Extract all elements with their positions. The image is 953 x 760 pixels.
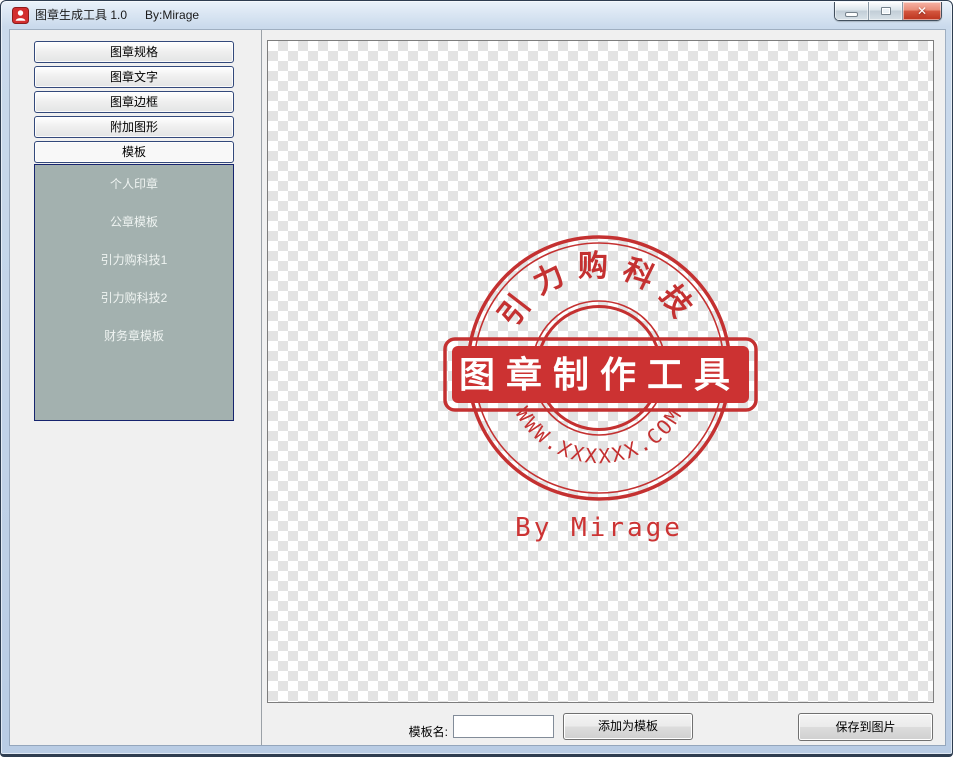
close-button[interactable]: ✕: [903, 2, 941, 20]
stamp-banner-text: 图章制作工具: [459, 354, 741, 396]
panel-divider: [261, 30, 262, 745]
nav-button-stamp-border[interactable]: 图章边框: [34, 91, 234, 113]
nav-button-extra-shape[interactable]: 附加图形: [34, 116, 234, 138]
template-item-personal-seal[interactable]: 个人印章: [35, 165, 233, 203]
window-author: By:Mirage: [145, 8, 199, 22]
template-name-label: 模板名:: [396, 720, 448, 744]
nav-button-stamp-text[interactable]: 图章文字: [34, 66, 234, 88]
stamp-byline-text: By Mirage: [515, 513, 683, 543]
titlebar[interactable]: 图章生成工具 1.0By:Mirage ✕: [1, 1, 952, 30]
nav-button-stamp-spec[interactable]: 图章规格: [34, 41, 234, 63]
maximize-icon: [881, 7, 891, 15]
save-image-button[interactable]: 保存到图片: [798, 713, 933, 741]
app-window: 图章生成工具 1.0By:Mirage ✕ 图章规格 图章文字 图章边框 附加图…: [0, 0, 953, 757]
template-list-panel: 个人印章 公章模板 引力购科技1 引力购科技2 财务章模板: [34, 164, 234, 421]
template-item-yinligou-tech2[interactable]: 引力购科技2: [35, 279, 233, 317]
stamp-preview: 引力购科技 WWW.XXXXXX.COM 图章制作工具 By Mirage: [431, 221, 771, 551]
template-name-input[interactable]: [453, 715, 554, 738]
window-controls: ✕: [834, 2, 942, 21]
template-item-official-seal[interactable]: 公章模板: [35, 203, 233, 241]
window-title: 图章生成工具 1.0By:Mirage: [35, 1, 199, 30]
minimize-button[interactable]: [835, 2, 869, 20]
maximize-button[interactable]: [869, 2, 903, 20]
stamp-preview-canvas: 引力购科技 WWW.XXXXXX.COM 图章制作工具 By Mirage: [267, 40, 934, 703]
add-template-button[interactable]: 添加为模板: [563, 713, 693, 740]
close-icon: ✕: [917, 5, 927, 17]
template-item-finance-seal[interactable]: 财务章模板: [35, 317, 233, 355]
client-area: 图章规格 图章文字 图章边框 附加图形 模板 个人印章 公章模板 引力购科技1 …: [10, 30, 945, 745]
app-icon: [12, 7, 29, 24]
minimize-icon: [845, 12, 858, 17]
nav-button-templates[interactable]: 模板: [34, 141, 234, 163]
template-item-yinligou-tech1[interactable]: 引力购科技1: [35, 241, 233, 279]
